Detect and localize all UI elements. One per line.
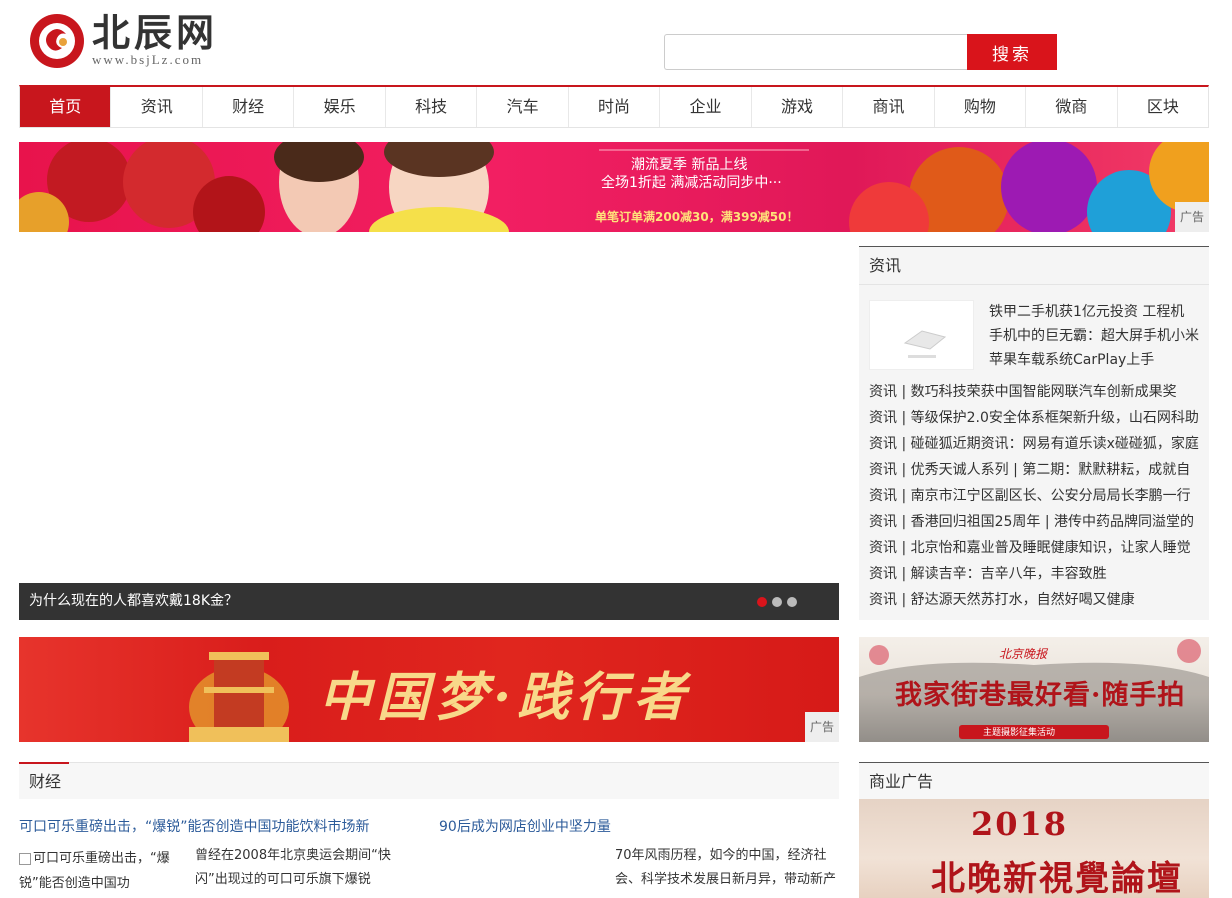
finance-section-title[interactable]: 财经 — [19, 762, 839, 799]
nav-item-tech[interactable]: 科技 — [386, 87, 478, 127]
finance-summary-2: 70年风雨历程，如今的中国，经济社会、科学技术发展日新月异，带动新产 — [615, 848, 837, 887]
news-list-item[interactable]: 资讯 | 解读吉辛：吉辛八年，丰容致胜 — [869, 561, 1204, 587]
nav-item-shopping[interactable]: 购物 — [935, 87, 1027, 127]
finance-image-alt: 可口可乐重磅出击，“爆锐”能否创造中国功 — [19, 851, 170, 891]
site-logo[interactable]: 北辰网 www.bsjLz.com — [28, 10, 238, 72]
news-list-item[interactable]: 资讯 | 南京市江宁区副区长、公安分局局长李鹏一行 — [869, 483, 1204, 509]
car-image-icon — [903, 330, 947, 358]
side-ad-forum[interactable]: 2018 北晚新視覺論壇 — [859, 799, 1209, 898]
news-sidebar: 资讯 铁甲二手机获1亿元投资 工程机 手机中的巨无霸：超大屏手机小米 苹果车载系… — [859, 246, 1209, 620]
slider-caption-bar: 为什么现在的人都喜欢戴18K金？ — [19, 583, 839, 620]
logo-title: 北辰网 — [92, 10, 219, 55]
news-featured: 铁甲二手机获1亿元投资 工程机 手机中的巨无霸：超大屏手机小米 苹果车载系统Ca… — [989, 300, 1204, 372]
nav-item-auto[interactable]: 汽车 — [477, 87, 569, 127]
news-list: 资讯 | 数巧科技荣获中国智能网联汽车创新成果奖 资讯 | 等级保护2.0安全体… — [869, 379, 1204, 613]
slider-caption[interactable]: 为什么现在的人都喜欢戴18K金？ — [29, 593, 238, 609]
nav-item-finance[interactable]: 财经 — [203, 87, 295, 127]
biz-ad-year: 2018 — [971, 805, 1069, 843]
nav-item-entertainment[interactable]: 娱乐 — [294, 87, 386, 127]
nav-item-home[interactable]: 首页 — [20, 87, 112, 127]
news-list-item[interactable]: 资讯 | 香港回归祖国25周年 | 港传中药品牌同溢堂的 — [869, 509, 1204, 535]
top-ad-banner[interactable]: 潮流夏季 新品上线 全场1折起 满减活动同步中··· 单笔订单满200减30，满… — [19, 142, 1209, 232]
side-ad1-top: 北京晚报 — [999, 647, 1048, 661]
logo-url: www.bsjLz.com — [92, 52, 204, 67]
broken-image-icon — [19, 852, 31, 865]
nav-item-enterprise[interactable]: 企业 — [660, 87, 752, 127]
finance-section: 财经 — [19, 762, 839, 799]
biz-ad-text: 北晚新視覺論壇 — [931, 859, 1183, 898]
search-button[interactable]: 搜索 — [967, 34, 1057, 70]
logo-mark-icon — [30, 14, 84, 68]
finance-summary-1: 曾经在2008年北京奥运会期间“快闪”出现过的可口可乐旗下爆锐 — [195, 848, 391, 887]
banner-top-line2: 全场1折起 满减活动同步中··· — [601, 175, 782, 191]
news-list-item[interactable]: 资讯 | 优秀天诚人系列 | 第二期：默默耕耘，成就自 — [869, 457, 1204, 483]
news-list-item[interactable]: 资讯 | 碰碰狐近期资讯：网易有道乐读x碰碰狐，家庭 — [869, 431, 1204, 457]
side-ad1-sub: 主题摄影征集活动 — [983, 728, 1056, 738]
nav-item-blockchain[interactable]: 区块 — [1118, 87, 1208, 127]
mid-ad-banner[interactable]: 中国梦·践行者 广告 — [19, 637, 839, 742]
banner-top-line3: 单笔订单满200减30，满399减50！ — [595, 210, 799, 224]
news-list-item[interactable]: 资讯 | 等级保护2.0安全体系框架新升级，山石网科助 — [869, 405, 1204, 431]
banner-top-line1: 潮流夏季 新品上线 — [631, 157, 748, 173]
news-thumbnail[interactable] — [869, 300, 974, 370]
finance-image-placeholder[interactable]: 可口可乐重磅出击，“爆锐”能否创造中国功 — [19, 846, 179, 898]
news-featured-item[interactable]: 苹果车载系统CarPlay上手 — [989, 348, 1204, 372]
news-featured-item[interactable]: 铁甲二手机获1亿元投资 工程机 — [989, 300, 1204, 324]
banner-mid-text: 中国梦·践行者 — [319, 667, 692, 728]
news-featured-item[interactable]: 手机中的巨无霸：超大屏手机小米 — [989, 324, 1204, 348]
nav-item-fashion[interactable]: 时尚 — [569, 87, 661, 127]
nav-item-business-news[interactable]: 商讯 — [843, 87, 935, 127]
image-slider[interactable]: 为什么现在的人都喜欢戴18K金？ — [19, 246, 839, 620]
ad-label: 广告 — [1175, 202, 1209, 232]
slider-dot-3[interactable] — [787, 597, 797, 607]
side-ad-photo-contest[interactable]: 北京晚报 我家街巷最好看·随手拍 主题摄影征集活动 — [859, 637, 1209, 742]
slider-dot-1[interactable] — [757, 597, 767, 607]
nav-item-news[interactable]: 资讯 — [111, 87, 203, 127]
main-nav: 首页 资讯 财经 娱乐 科技 汽车 时尚 企业 游戏 商讯 购物 微商 区块 — [19, 85, 1209, 128]
slider-dot-2[interactable] — [772, 597, 782, 607]
news-list-item[interactable]: 资讯 | 舒达源天然苏打水，自然好喝又健康 — [869, 587, 1204, 613]
ad-label: 广告 — [805, 712, 839, 742]
finance-headline-2[interactable]: 90后成为网店创业中坚力量 — [439, 816, 611, 836]
search-input[interactable] — [664, 34, 968, 70]
finance-headline-1[interactable]: 可口可乐重磅出击，“爆锐”能否创造中国功能饮料市场新 — [19, 816, 370, 836]
news-list-item[interactable]: 资讯 | 数巧科技荣获中国智能网联汽车创新成果奖 — [869, 379, 1204, 405]
nav-item-micro-business[interactable]: 微商 — [1026, 87, 1118, 127]
side-ad1-text: 我家街巷最好看·随手拍 — [895, 680, 1186, 711]
biz-ad-title[interactable]: 商业广告 — [859, 762, 1209, 799]
slider-dots — [757, 597, 797, 607]
news-section-title[interactable]: 资讯 — [859, 247, 1209, 285]
nav-item-games[interactable]: 游戏 — [752, 87, 844, 127]
news-list-item[interactable]: 资讯 | 北京怡和嘉业普及睡眠健康知识，让家人睡觉 — [869, 535, 1204, 561]
